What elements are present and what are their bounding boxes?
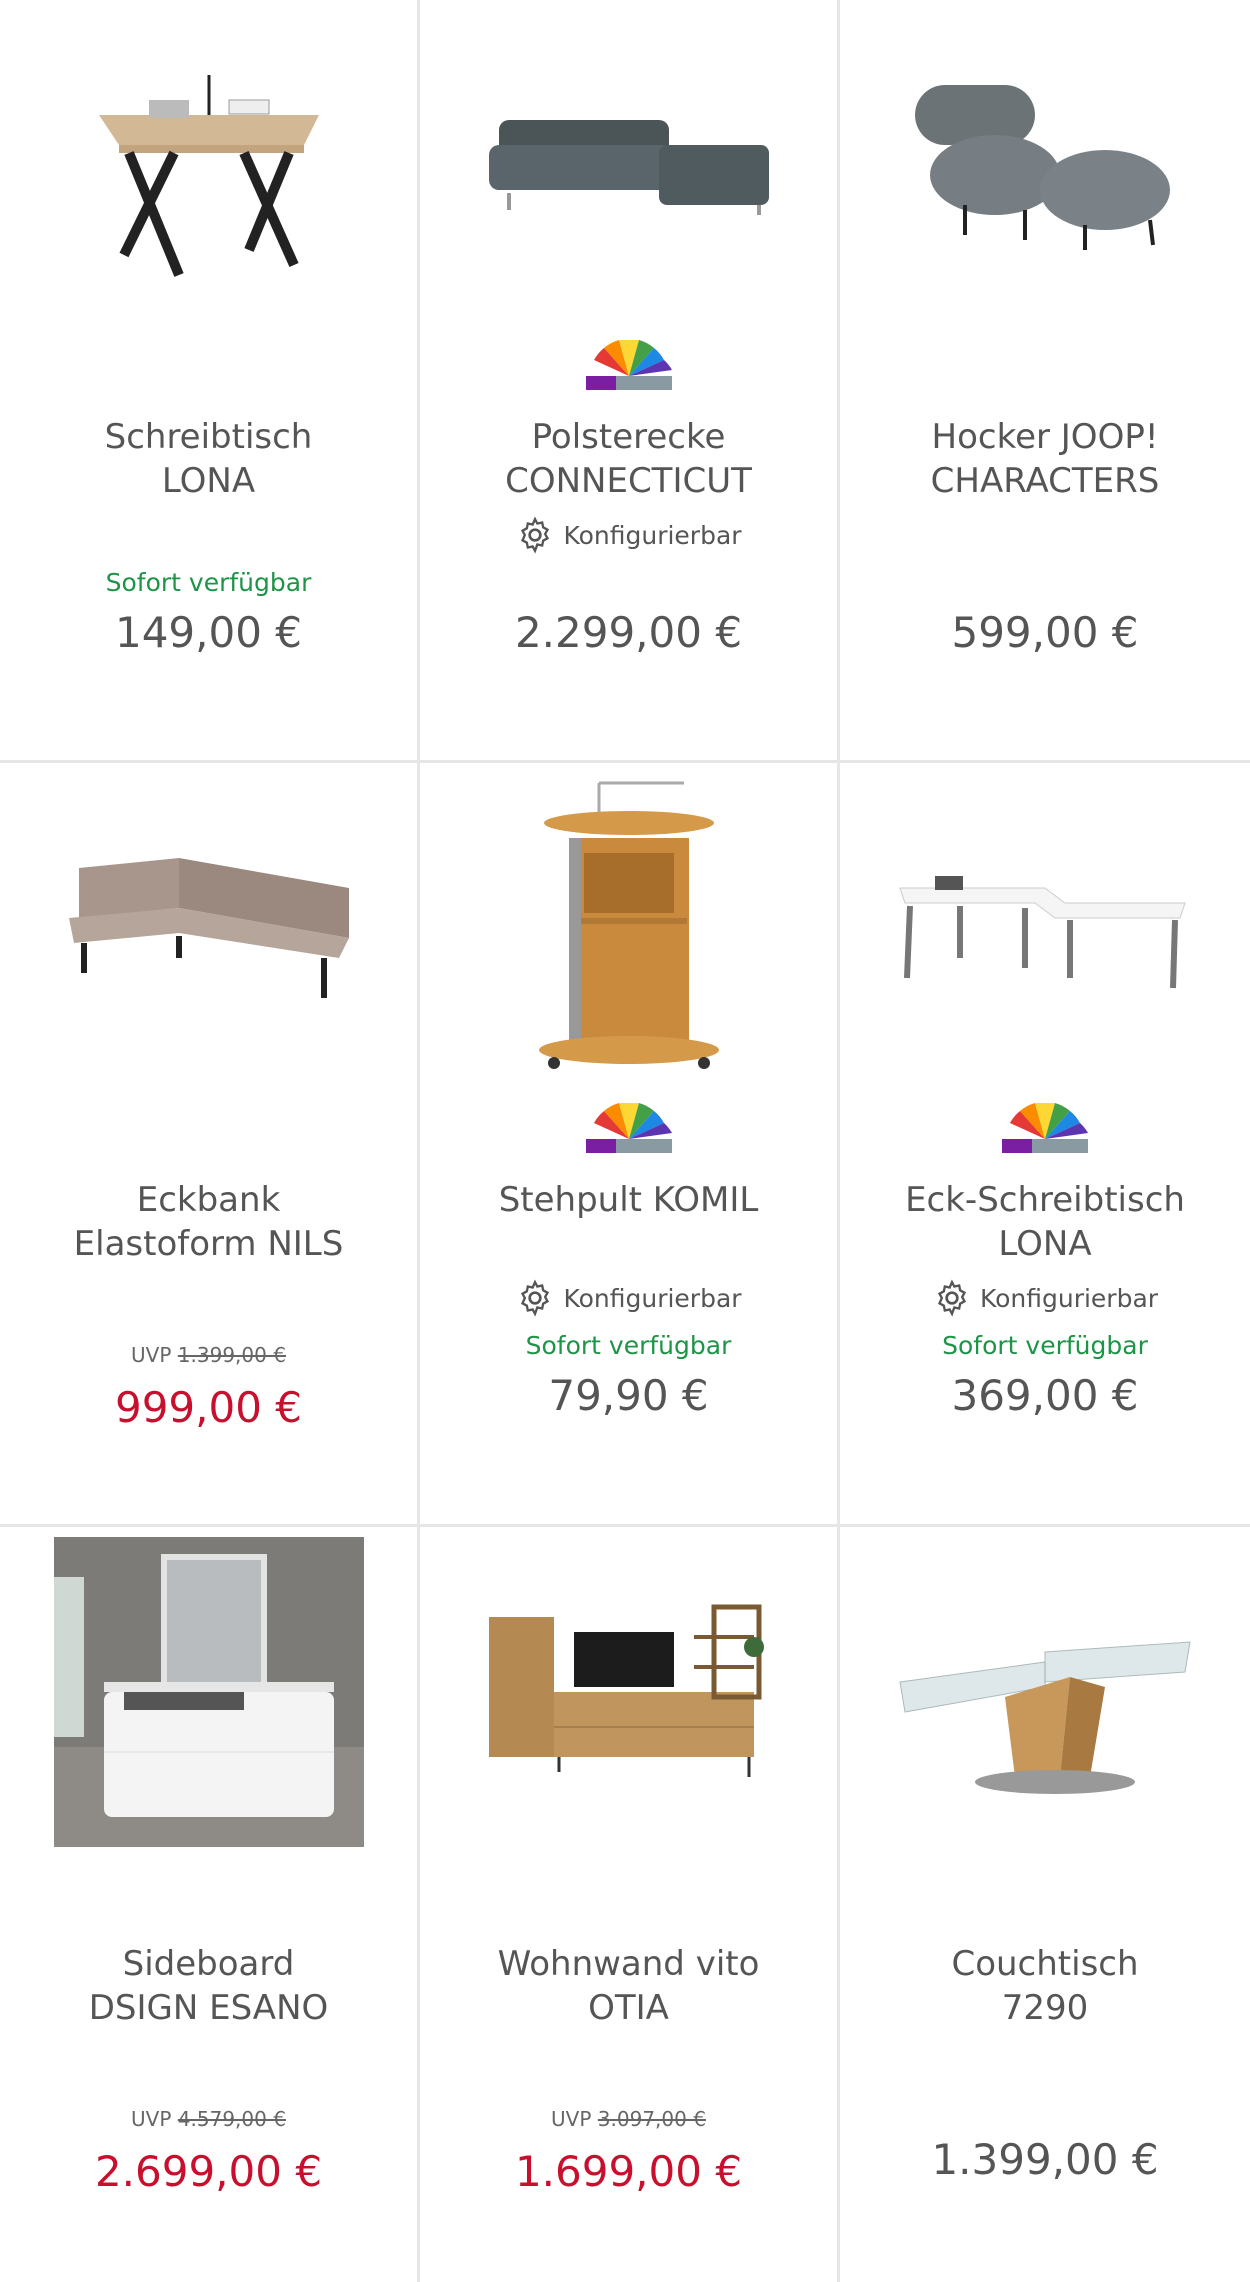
product-title-line[interactable]: DSIGN ESANO (10, 1986, 407, 2030)
product-title-line[interactable]: Eck-Schreibtisch (850, 1178, 1240, 1222)
gear-icon (937, 1279, 967, 1317)
product-title-line[interactable]: OTIA (430, 1986, 827, 2030)
product-price: 2.299,00 € (514, 608, 743, 657)
product-card[interactable]: Stehpult KOMIL Konfigurierbar Sofort ver… (420, 763, 840, 1527)
sale-price: 1.699,00 € (514, 2147, 743, 2196)
uvp-price: UVP 4.579,00 € (0, 2107, 417, 2131)
product-title[interactable]: Eckbank Elastoform NILS (10, 1178, 407, 1266)
product-image[interactable] (420, 763, 837, 1093)
product-card[interactable]: Sideboard DSIGN ESANO UVP 4.579,00 € 2.6… (0, 1527, 420, 2282)
product-title[interactable]: Eck-Schreibtisch LONA (850, 1178, 1240, 1266)
uvp-label: UVP (131, 1343, 172, 1367)
product-title-line[interactable]: Couchtisch (850, 1942, 1240, 1986)
product-title-line[interactable]: Hocker JOOP! (850, 415, 1240, 459)
product-image[interactable] (420, 0, 837, 330)
product-title-line[interactable]: Eckbank (10, 1178, 407, 1222)
product-image[interactable] (840, 0, 1250, 330)
product-image[interactable] (840, 763, 1250, 1093)
product-title[interactable]: Hocker JOOP! CHARACTERS (850, 415, 1240, 503)
product-title[interactable]: Polsterecke CONNECTICUT (430, 415, 827, 503)
product-price: 149,00 € (114, 608, 303, 657)
product-title[interactable]: Couchtisch 7290 (850, 1942, 1240, 2030)
product-title-line[interactable]: Stehpult KOMIL (430, 1178, 827, 1222)
product-price: 599,00 € (951, 608, 1139, 657)
product-card[interactable]: Schreibtisch LONA Sofort verfügbar 149,0… (0, 0, 420, 763)
configurable-badge: Konfigurierbar (840, 1278, 1250, 1318)
gear-icon (521, 1279, 550, 1317)
uvp-value: 3.097,00 € (597, 2107, 706, 2131)
rainbow-brand-logo (585, 1103, 672, 1153)
configurable-badge: Konfigurierbar (420, 1278, 837, 1318)
product-image[interactable] (420, 1527, 837, 1857)
availability-label: Sofort verfügbar (525, 1331, 732, 1360)
product-title-line[interactable]: CHARACTERS (850, 459, 1240, 503)
product-price: 1.399,00 € (931, 2135, 1159, 2184)
product-title-line[interactable]: 7290 (850, 1986, 1240, 2030)
product-image[interactable] (0, 763, 417, 1093)
rainbow-brand-logo (1002, 1103, 1088, 1153)
product-title-line[interactable]: Elastoform NILS (10, 1222, 407, 1266)
product-card[interactable]: Eck-Schreibtisch LONA Konfigurierbar Sof… (840, 763, 1250, 1527)
availability-label: Sofort verfügbar (942, 1331, 1148, 1360)
product-title-line[interactable]: LONA (10, 459, 407, 503)
product-title-line[interactable]: Wohnwand vito (430, 1942, 827, 1986)
uvp-label: UVP (131, 2107, 172, 2131)
product-price: 79,90 € (548, 1371, 709, 1420)
uvp-price: UVP 1.399,00 € (0, 1343, 417, 1367)
product-title-line[interactable]: LONA (850, 1222, 1240, 1266)
uvp-value: 4.579,00 € (177, 2107, 286, 2131)
product-image[interactable] (840, 1527, 1250, 1857)
product-title[interactable]: Wohnwand vito OTIA (430, 1942, 827, 2030)
product-title[interactable]: Schreibtisch LONA (10, 415, 407, 503)
product-image[interactable] (0, 1527, 417, 1857)
product-image[interactable] (0, 0, 417, 330)
availability-label: Sofort verfügbar (105, 568, 312, 597)
product-title[interactable]: Sideboard DSIGN ESANO (10, 1942, 407, 2030)
product-card[interactable]: Wohnwand vito OTIA UVP 3.097,00 € 1.699,… (420, 1527, 840, 2282)
gear-icon (521, 516, 550, 554)
uvp-label: UVP (551, 2107, 592, 2131)
sale-price: 999,00 € (114, 1383, 303, 1432)
product-title-line[interactable]: Polsterecke (430, 415, 827, 459)
product-title[interactable]: Stehpult KOMIL (430, 1178, 827, 1222)
product-card[interactable]: Eckbank Elastoform NILS UVP 1.399,00 € 9… (0, 763, 420, 1527)
product-card[interactable]: Couchtisch 7290 1.399,00 € (840, 1527, 1250, 2282)
product-card[interactable]: Hocker JOOP! CHARACTERS 599,00 € (840, 0, 1250, 763)
product-price: 369,00 € (951, 1371, 1139, 1420)
product-title-line[interactable]: Sideboard (10, 1942, 407, 1986)
product-grid: Schreibtisch LONA Sofort verfügbar 149,0… (0, 0, 1250, 2282)
sale-price: 2.699,00 € (94, 2147, 323, 2196)
product-title-line[interactable]: CONNECTICUT (430, 459, 827, 503)
uvp-value: 1.399,00 € (177, 1343, 286, 1367)
uvp-price: UVP 3.097,00 € (420, 2107, 837, 2131)
product-card[interactable]: Polsterecke CONNECTICUT Konfigurierbar 2… (420, 0, 840, 763)
product-title-line[interactable]: Schreibtisch (10, 415, 407, 459)
configurable-label: Konfigurierbar (563, 1283, 742, 1313)
configurable-label: Konfigurierbar (563, 520, 742, 550)
rainbow-brand-logo (585, 340, 672, 390)
configurable-label: Konfigurierbar (979, 1283, 1159, 1313)
configurable-badge: Konfigurierbar (420, 515, 837, 555)
